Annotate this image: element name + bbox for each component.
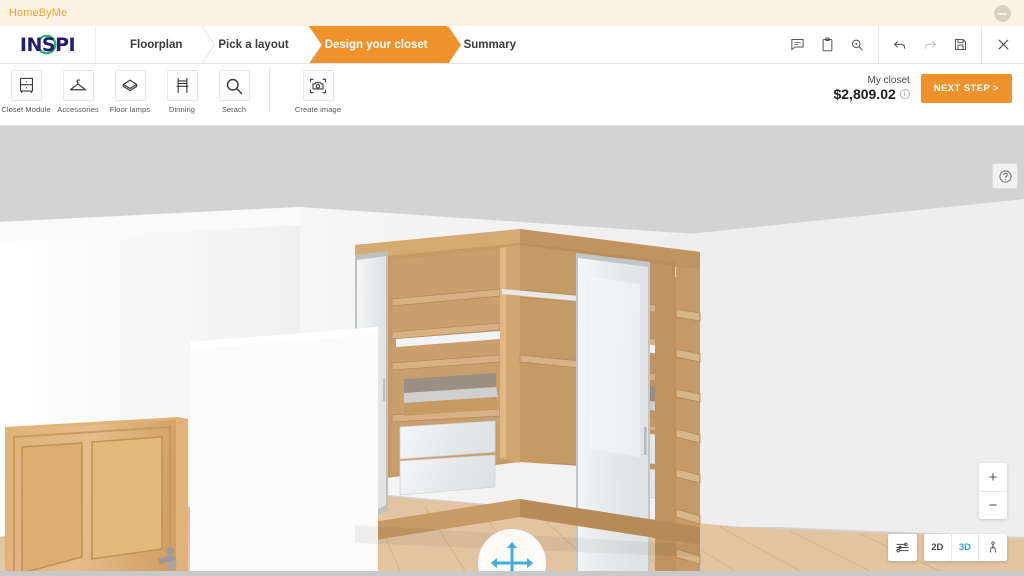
tool-label: Create image bbox=[294, 105, 342, 114]
camera-icon bbox=[302, 70, 334, 101]
view-controls: 2D 3D bbox=[887, 534, 1007, 561]
tool-label: Floor lamps bbox=[109, 105, 151, 114]
header-actions-group-1 bbox=[776, 26, 878, 63]
toolbar: Closet Module Accessories Floor lamps Di… bbox=[0, 64, 1024, 126]
viewport-3d[interactable]: + − 2D 3D bbox=[0, 127, 1024, 571]
zoom-in-button[interactable]: + bbox=[979, 463, 1007, 491]
tool-search[interactable]: Serach bbox=[208, 64, 260, 114]
save-icon[interactable] bbox=[945, 26, 975, 64]
breadcrumb: Floorplan Pick a layout Design your clos… bbox=[113, 26, 535, 64]
breadcrumb-label: Summary bbox=[463, 38, 517, 51]
tool-dinning[interactable]: Dinning bbox=[156, 64, 208, 114]
project-name: My closet bbox=[867, 75, 910, 86]
breadcrumb-arrow bbox=[307, 26, 321, 64]
comment-icon[interactable] bbox=[782, 26, 812, 64]
app-header: INSPI Floorplan Pick a layout Design you… bbox=[0, 26, 1024, 64]
view-mode-3d[interactable]: 3D bbox=[950, 534, 978, 561]
header-actions bbox=[776, 26, 1024, 63]
help-icon[interactable] bbox=[992, 163, 1018, 189]
pan-gizmo[interactable] bbox=[478, 529, 546, 571]
breadcrumb-step-pick-a-layout[interactable]: Pick a layout bbox=[201, 26, 322, 64]
viewport-bottom-strip bbox=[0, 571, 1024, 576]
toolbar-divider bbox=[269, 68, 270, 112]
host-window-bar: HomeByMe bbox=[0, 0, 1024, 26]
zoom-out-button[interactable]: − bbox=[979, 491, 1007, 519]
sliders-icon[interactable] bbox=[888, 534, 917, 561]
toolbar-catalog-group: Closet Module Accessories Floor lamps Di… bbox=[0, 64, 260, 125]
view-mode-box: 2D 3D bbox=[923, 534, 1007, 561]
host-window-title: HomeByMe bbox=[9, 7, 68, 19]
close-icon[interactable] bbox=[988, 26, 1018, 64]
search-icon bbox=[218, 70, 250, 101]
header-actions-group-3 bbox=[981, 26, 1024, 63]
app-logo[interactable]: INSPI bbox=[0, 26, 96, 63]
tool-label: Dinning bbox=[168, 105, 196, 114]
breadcrumb-step-floorplan[interactable]: Floorplan bbox=[113, 26, 216, 64]
tool-label: Accessories bbox=[57, 105, 99, 114]
chair-icon bbox=[166, 70, 198, 101]
undo-icon[interactable] bbox=[885, 26, 915, 64]
scene-settings-box bbox=[887, 534, 917, 561]
redo-icon[interactable] bbox=[915, 26, 945, 64]
tool-label: Closet Module bbox=[1, 105, 51, 114]
cabinet-icon bbox=[10, 70, 42, 101]
scene-render bbox=[0, 127, 1024, 571]
price-block: My closet $2,809.02 i NEXT STEP > bbox=[833, 64, 1024, 103]
zoom-controls: + − bbox=[979, 463, 1007, 519]
walk-icon[interactable] bbox=[978, 534, 1007, 561]
breadcrumb-label: Pick a layout bbox=[218, 38, 289, 51]
tool-floor-lamps[interactable]: Floor lamps bbox=[104, 64, 156, 114]
breadcrumb-arrow bbox=[201, 26, 215, 64]
clipboard-icon[interactable] bbox=[812, 26, 842, 64]
tool-accessories[interactable]: Accessories bbox=[52, 64, 104, 114]
breadcrumb-arrow bbox=[446, 26, 460, 64]
price-summary: My closet $2,809.02 i bbox=[833, 75, 910, 102]
hanger-icon bbox=[62, 70, 94, 101]
header-actions-group-2 bbox=[878, 26, 981, 63]
tool-label: Serach bbox=[221, 105, 247, 114]
tool-create-image[interactable]: Create image bbox=[279, 64, 357, 114]
total-price: $2,809.02 bbox=[833, 86, 896, 102]
logo-text: INSPI bbox=[19, 33, 76, 56]
breadcrumb-step-design-your-closet[interactable]: Design your closet bbox=[307, 26, 461, 64]
tag-icon[interactable] bbox=[842, 26, 872, 64]
info-icon[interactable]: i bbox=[899, 89, 910, 99]
next-step-button[interactable]: NEXT STEP > bbox=[920, 74, 1012, 103]
cushion-icon bbox=[114, 70, 146, 101]
breadcrumb-label: Design your closet bbox=[324, 38, 428, 51]
tool-closet-module[interactable]: Closet Module bbox=[0, 64, 52, 114]
breadcrumb-label: Floorplan bbox=[130, 38, 183, 51]
view-mode-2d[interactable]: 2D bbox=[924, 534, 951, 561]
minimize-icon[interactable] bbox=[994, 5, 1011, 22]
